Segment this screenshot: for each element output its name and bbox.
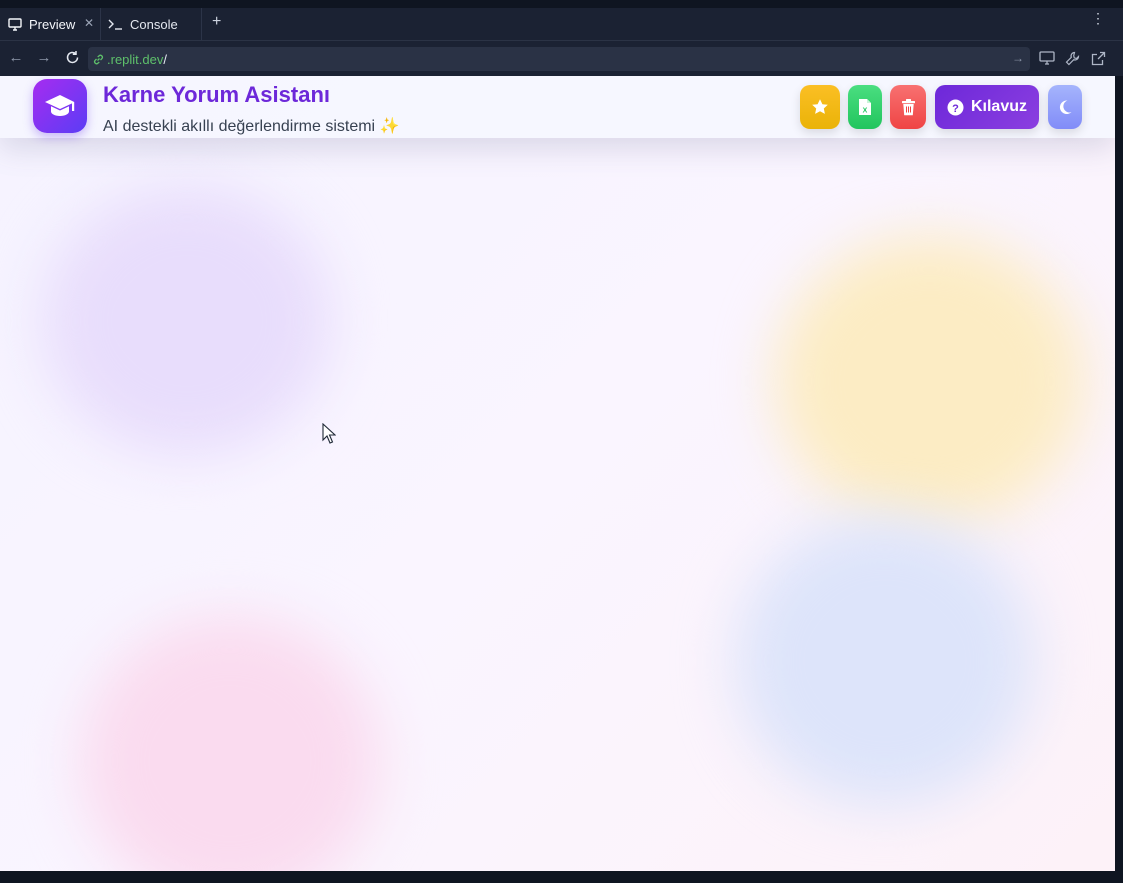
back-arrow-icon[interactable]: ← — [8, 50, 24, 66]
svg-text:?: ? — [952, 102, 959, 114]
moon-icon — [1057, 99, 1073, 115]
tab-console[interactable]: Console — [102, 8, 202, 40]
page-subtitle: AI destekli akıllı değerlendirme sistemi… — [103, 116, 399, 136]
forward-arrow-icon[interactable]: → — [36, 50, 52, 66]
url-input[interactable]: .replit.dev / → — [88, 47, 1030, 71]
url-host: .replit.dev — [107, 51, 164, 67]
tab-preview-label: Preview — [29, 16, 76, 32]
app-preview: Karne Yorum Asistanı AI destekli akıllı … — [0, 76, 1115, 871]
reload-icon[interactable] — [64, 50, 80, 66]
svg-text:X: X — [863, 108, 868, 115]
tab-preview[interactable]: Preview ✕ — [0, 8, 101, 40]
app-logo — [33, 79, 87, 133]
more-options-icon[interactable]: ⋮ — [1091, 11, 1105, 25]
question-circle-icon: ? — [947, 99, 964, 116]
devices-icon[interactable] — [1039, 51, 1055, 67]
background-blob — [775, 236, 1085, 526]
background-blob — [735, 516, 1035, 806]
new-tab-button[interactable]: + — [212, 13, 221, 31]
guide-button-label: Kılavuz — [970, 98, 1027, 115]
url-path: / — [163, 51, 167, 67]
window-bottom-edge — [0, 871, 1123, 883]
subtitle-text: AI destekli akıllı değerlendirme sistemi — [103, 118, 376, 135]
workspace-tab-bar: Preview ✕ Console + ⋮ — [0, 0, 1123, 40]
preview-url-bar: ← → .replit.dev / → — [0, 40, 1123, 76]
excel-file-icon: X — [858, 98, 872, 116]
background-blob — [42, 186, 332, 456]
monitor-icon — [7, 16, 23, 32]
tab-console-label: Console — [130, 16, 178, 32]
trash-icon — [901, 98, 916, 116]
wrench-icon[interactable] — [1065, 51, 1081, 67]
sparkles-icon: ✨ — [379, 118, 400, 135]
go-arrow-icon[interactable]: → — [1012, 51, 1024, 65]
open-external-icon[interactable] — [1091, 51, 1107, 67]
star-icon — [811, 98, 829, 116]
terminal-icon — [108, 16, 124, 32]
mouse-cursor-icon — [322, 422, 337, 450]
guide-button[interactable]: ? Kılavuz — [935, 85, 1039, 129]
background-blob — [80, 616, 380, 871]
export-excel-button[interactable]: X — [848, 85, 882, 129]
close-tab-icon[interactable]: ✕ — [84, 16, 94, 30]
favorites-button[interactable] — [800, 85, 840, 129]
page-title: Karne Yorum Asistanı — [103, 82, 330, 107]
clear-button[interactable] — [890, 85, 926, 129]
graduation-cap-icon — [44, 93, 76, 119]
link-icon — [92, 53, 105, 66]
window-edge — [1115, 76, 1123, 883]
theme-toggle-button[interactable] — [1048, 85, 1082, 129]
app-header: Karne Yorum Asistanı AI destekli akıllı … — [0, 76, 1115, 138]
